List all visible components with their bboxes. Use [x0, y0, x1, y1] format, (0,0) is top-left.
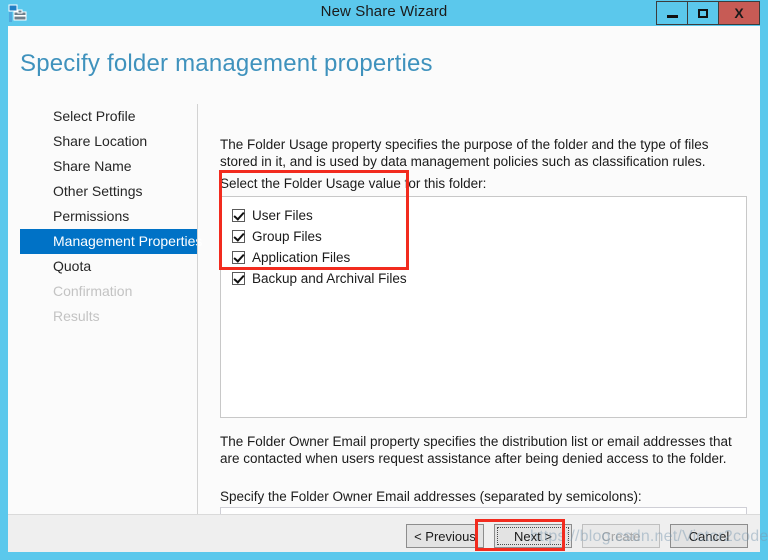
minimize-button[interactable] — [656, 1, 687, 25]
folder-usage-option-application-files[interactable]: Application Files — [232, 247, 746, 268]
title-bar: New Share Wizard X — [0, 0, 768, 26]
sidebar-item-management-properties[interactable]: Management Properties — [20, 229, 202, 254]
next-button[interactable]: Next > — [494, 524, 572, 548]
checkbox-group-files[interactable] — [232, 230, 245, 243]
folder-usage-list[interactable]: User Files Group Files Application Files… — [220, 196, 747, 418]
folder-usage-option-label: Application Files — [252, 250, 351, 265]
folder-usage-option-backup-and-archival-files[interactable]: Backup and Archival Files — [232, 268, 746, 289]
page-title: Specify folder management properties — [20, 50, 433, 77]
sidebar-item-permissions[interactable]: Permissions — [20, 204, 197, 229]
maximize-button[interactable] — [687, 1, 718, 25]
wizard-client-area: Specify folder management properties Sel… — [8, 26, 760, 552]
checkbox-user-files[interactable] — [232, 209, 245, 222]
folder-usage-option-user-files[interactable]: User Files — [232, 205, 746, 226]
wizard-steps-sidebar: Select Profile Share Location Share Name… — [8, 104, 202, 514]
window-title: New Share Wizard — [320, 3, 448, 20]
folder-usage-option-group-files[interactable]: Group Files — [232, 226, 746, 247]
management-properties-panel: The Folder Usage property specifies the … — [218, 104, 758, 529]
new-share-wizard-window: New Share Wizard X Specify folder manage… — [0, 0, 768, 560]
sidebar-item-other-settings[interactable]: Other Settings — [20, 179, 197, 204]
folder-usage-option-label: Backup and Archival Files — [252, 271, 407, 286]
sidebar-item-confirmation: Confirmation — [53, 283, 133, 299]
minimize-icon — [666, 14, 678, 18]
create-button: Create — [582, 524, 660, 548]
folder-usage-option-label: Group Files — [252, 229, 322, 244]
wizard-footer: < Previous Next > Create Cancel — [8, 514, 760, 552]
owner-email-description: The Folder Owner Email property specifie… — [220, 434, 732, 466]
sidebar-item-quota[interactable]: Quota — [20, 254, 197, 279]
sidebar-item-share-name[interactable]: Share Name — [20, 154, 197, 179]
sidebar-divider — [197, 104, 198, 514]
sidebar-item-select-profile[interactable]: Select Profile — [20, 104, 197, 129]
owner-email-label: Specify the Folder Owner Email addresses… — [220, 489, 642, 504]
folder-usage-label: Select the Folder Usage value for this f… — [220, 176, 487, 191]
maximize-icon — [698, 8, 708, 18]
footer-button-group: < Previous Next > Create Cancel — [406, 524, 748, 548]
cancel-button[interactable]: Cancel — [670, 524, 748, 548]
window-controls: X — [656, 1, 760, 25]
previous-button[interactable]: < Previous — [406, 524, 484, 548]
folder-usage-description: The Folder Usage property specifies the … — [220, 137, 709, 169]
sidebar-item-share-location[interactable]: Share Location — [20, 129, 197, 154]
sidebar-item-results: Results — [53, 308, 100, 324]
close-button[interactable]: X — [718, 1, 760, 25]
checkbox-application-files[interactable] — [232, 251, 245, 264]
folder-usage-option-label: User Files — [252, 208, 313, 223]
checkbox-backup-and-archival-files[interactable] — [232, 272, 245, 285]
